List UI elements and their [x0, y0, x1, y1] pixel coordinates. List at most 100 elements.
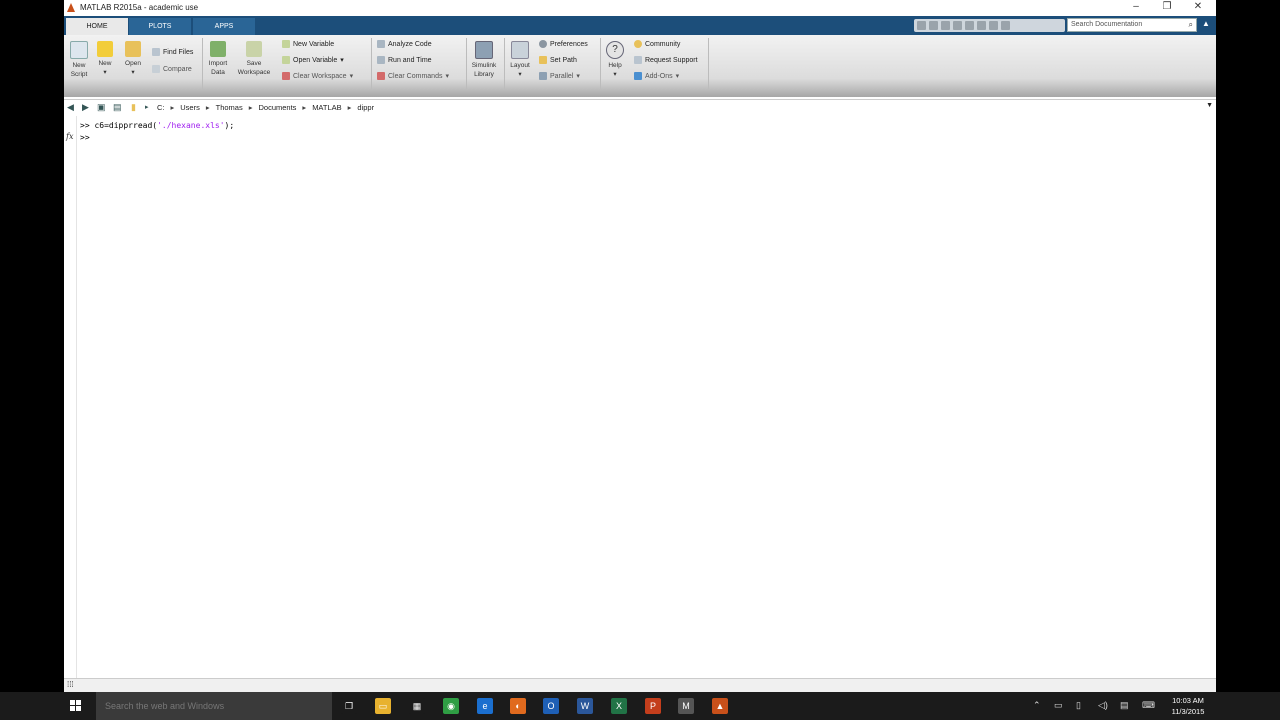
search-documentation-input[interactable]: Search Documentation ⌕ [1067, 18, 1197, 32]
search-icon[interactable]: ⌕ [1189, 20, 1193, 30]
new-script-button[interactable]: New Script [68, 41, 90, 79]
cut-icon[interactable] [929, 21, 938, 30]
open-variable-button[interactable]: Open Variable ▾ [282, 56, 344, 64]
file-explorer-icon[interactable]: ▭ [375, 698, 391, 714]
crumb-users[interactable]: Users [180, 103, 200, 112]
group-divider [466, 38, 467, 90]
group-divider [504, 38, 505, 90]
copy-icon[interactable] [941, 21, 950, 30]
crumb-dippr[interactable]: dippr [357, 103, 374, 112]
add-ons-button[interactable]: Add-Ons ▾ [634, 72, 679, 80]
preferences-label: Preferences [550, 40, 588, 48]
simulink-library-button[interactable]: Simulink Library [468, 41, 500, 79]
network-icon[interactable]: ▯ [1076, 700, 1081, 711]
crumb-matlab[interactable]: MATLAB [312, 103, 341, 112]
help-icon: ? [606, 41, 624, 59]
edge-icon[interactable]: e [477, 698, 493, 714]
chevron-down-icon: ▾ [445, 73, 449, 80]
set-path-button[interactable]: Set Path [539, 56, 577, 64]
clear-workspace-button[interactable]: Clear Workspace ▾ [282, 72, 353, 80]
parallel-button[interactable]: Parallel ▾ [539, 72, 580, 80]
chevron-down-icon: ▾ [518, 71, 522, 78]
clear-commands-button[interactable]: Clear Commands ▾ [377, 72, 449, 80]
switch-windows-icon[interactable] [989, 21, 998, 30]
group-divider [371, 38, 372, 90]
restore-icon[interactable]: ❐ [1158, 1, 1176, 12]
firefox-icon[interactable]: ◐ [510, 698, 526, 714]
set-path-icon [539, 56, 547, 64]
new-script-label-1: New [72, 62, 86, 69]
layout-button[interactable]: Layout ▾ [507, 41, 533, 79]
simulink-library-label-1: Simulink [471, 62, 497, 69]
chrome-icon[interactable]: ◉ [443, 698, 459, 714]
crumb-thomas[interactable]: Thomas [216, 103, 243, 112]
save-workspace-icon [246, 41, 262, 57]
new-icon [97, 41, 113, 57]
minimize-icon[interactable]: – [1127, 1, 1145, 12]
tab-apps[interactable]: APPS [193, 18, 255, 35]
chevron-right-icon: ▸ [205, 103, 210, 112]
undo-icon[interactable] [965, 21, 974, 30]
folder-icon [125, 41, 141, 57]
browse-folder-icon[interactable]: ▤ [113, 102, 122, 113]
taskbar-search-input[interactable]: Search the web and Windows [96, 692, 332, 720]
save-workspace-button[interactable]: Save Workspace [236, 41, 272, 77]
clear-workspace-icon [282, 72, 290, 80]
word-icon[interactable]: W [577, 698, 593, 714]
windows-start-icon[interactable] [70, 700, 82, 712]
open-button[interactable]: Open ▾ [122, 41, 144, 77]
function-browser-icon[interactable]: fx [66, 132, 73, 141]
up-folder-icon[interactable]: ▣ [97, 102, 106, 113]
community-icon [634, 40, 642, 48]
chevron-down-icon: ▾ [675, 73, 680, 80]
volume-icon[interactable]: ◁) [1098, 700, 1108, 711]
command-line-2[interactable]: >> [80, 133, 90, 142]
forward-arrow-icon[interactable]: ▶ [82, 102, 89, 113]
chevron-down-icon: ▾ [131, 69, 135, 76]
help-button[interactable]: ? Help ▾ [604, 41, 626, 79]
crumb-drive[interactable]: C: [157, 103, 165, 112]
back-arrow-icon[interactable]: ◀ [67, 102, 74, 113]
tab-home[interactable]: HOME [66, 18, 128, 35]
help-icon[interactable] [1001, 21, 1010, 30]
find-files-button[interactable]: Find Files [152, 48, 193, 56]
compare-button[interactable]: Compare [152, 65, 192, 73]
outlook-icon[interactable]: O [543, 698, 559, 714]
window-title: MATLAB R2015a - academic use [80, 3, 199, 12]
collapse-ribbon-icon[interactable]: ▲ [1202, 19, 1210, 28]
clock[interactable]: 10:03 AM 11/3/2015 [1160, 695, 1216, 717]
chevron-down-icon: ▾ [613, 71, 617, 78]
mathcad-icon[interactable]: M [678, 698, 694, 714]
new-variable-button[interactable]: New Variable [282, 40, 334, 48]
command-line-1: >> c6=dipprread('./hexane.xls'); [80, 121, 234, 130]
battery-icon[interactable]: ▭ [1054, 700, 1063, 711]
powerpoint-icon[interactable]: P [645, 698, 661, 714]
tab-plots[interactable]: PLOTS [129, 18, 191, 35]
run-and-time-button[interactable]: Run and Time [377, 56, 432, 64]
redo-icon[interactable] [977, 21, 986, 30]
notifications-icon[interactable]: ▤ [1120, 700, 1129, 711]
analyze-code-button[interactable]: Analyze Code [377, 40, 432, 48]
import-data-label-1: Import [208, 60, 228, 67]
import-data-button[interactable]: Import Data [206, 41, 230, 77]
chevron-down-icon[interactable]: ▼ [1206, 102, 1213, 109]
command-window[interactable]: fx >> c6=dipprread('./hexane.xls'); >> [64, 116, 1216, 678]
calculator-icon[interactable]: ▦ [409, 698, 425, 714]
chevron-up-icon[interactable]: ⌃ [1033, 700, 1041, 711]
keyboard-icon[interactable]: ⌨ [1142, 700, 1155, 711]
matlab-icon[interactable]: ▲ [712, 698, 728, 714]
save-icon[interactable] [917, 21, 926, 30]
excel-icon[interactable]: X [611, 698, 627, 714]
crumb-documents[interactable]: Documents [258, 103, 296, 112]
preferences-button[interactable]: Preferences [539, 40, 588, 48]
new-button[interactable]: New ▾ [95, 41, 115, 77]
import-data-label-2: Data [211, 69, 225, 76]
add-ons-label: Add-Ons [645, 72, 673, 80]
paste-icon[interactable] [953, 21, 962, 30]
folder-icon: ▮ [131, 102, 136, 112]
community-button[interactable]: Community [634, 40, 680, 48]
task-view-icon[interactable]: ❐ [341, 698, 357, 714]
simulink-library-icon [475, 41, 493, 59]
close-icon[interactable]: ✕ [1189, 1, 1207, 12]
request-support-button[interactable]: Request Support [634, 56, 698, 64]
